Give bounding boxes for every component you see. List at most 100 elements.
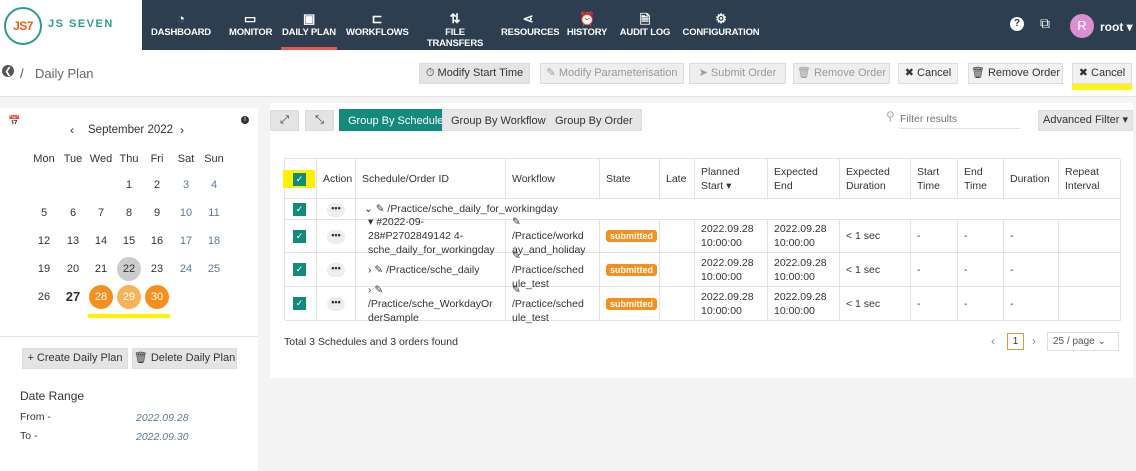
cell-id[interactable]: ▾ #2022-09-28#P2702849142 4-sche_daily_f… <box>356 216 506 256</box>
cell-end: 2022.09.28 10:00:00 <box>768 220 840 253</box>
advanced-filter-button[interactable]: Advanced Filter ▾ <box>1038 110 1133 131</box>
group-by-schedule-tab[interactable]: Group By Schedule <box>339 109 453 131</box>
calendar-day[interactable]: 19 <box>32 257 56 281</box>
calendar-day[interactable]: 20 <box>61 257 85 281</box>
toolbar-button-2[interactable]: ➤ Submit Order <box>689 63 786 84</box>
calendar-day[interactable]: 9 <box>145 201 169 225</box>
calendar-day[interactable]: 17 <box>174 229 198 253</box>
info-icon[interactable]: i <box>241 116 249 124</box>
group-by-order-tab[interactable]: Group By Order <box>546 109 642 131</box>
calendar-day[interactable]: 30 <box>145 285 169 309</box>
action-menu-button[interactable]: ••• <box>327 202 345 217</box>
calendar-day[interactable]: 5 <box>32 201 56 225</box>
prev-page-button[interactable]: ‹ <box>991 334 995 348</box>
expand-all-button[interactable]: ⤢ <box>270 110 299 131</box>
calendar-day[interactable]: 27 <box>61 285 85 309</box>
cell-planned: 2022.09.28 10:00:00 <box>695 253 768 287</box>
nav-audit-log[interactable]: 🗎 AUDIT LOG <box>618 0 672 50</box>
action-menu-button[interactable]: ••• <box>327 263 345 277</box>
calendar-day[interactable]: 28 <box>89 285 113 309</box>
avatar[interactable]: R <box>1070 14 1094 38</box>
row-checkbox[interactable]: ✓ <box>293 202 306 216</box>
calendar-panel: 📅 ‹ September 2022 › i Mon Tue Wed Thu Fri Sa… <box>0 108 258 471</box>
search-icon: ⚲ <box>886 109 895 123</box>
calendar-day[interactable]: 2 <box>145 173 169 197</box>
calendar-day[interactable]: 24 <box>174 257 198 281</box>
calendar-day[interactable]: 22 <box>117 257 141 281</box>
nav-file-transfers[interactable]: ⇅ FILE TRANSFERS <box>418 0 492 50</box>
page-1-button[interactable]: 1 <box>1007 333 1024 350</box>
page-size-select[interactable]: 25 / page ⌄ <box>1047 332 1119 351</box>
cell-duration_exp: < 1 sec <box>840 287 911 321</box>
create-daily-plan-button[interactable]: + Create Daily Plan <box>22 348 128 369</box>
collapse-all-button[interactable]: ⤡ <box>305 110 334 131</box>
calendar-day[interactable]: 7 <box>89 201 113 225</box>
calendar-day[interactable]: 26 <box>32 285 56 309</box>
calendar-day[interactable]: 21 <box>89 257 113 281</box>
cell-id[interactable]: › ✎ /Practice/sche_WorkdayOr derSample <box>356 284 506 324</box>
calendar-day[interactable]: 15 <box>117 229 141 253</box>
action-cell: ••• <box>317 287 356 321</box>
toolbar-button-6[interactable]: ✖ Cancel <box>1072 63 1132 84</box>
delete-daily-plan-button[interactable]: 🗑 Delete Daily Plan <box>132 348 237 369</box>
calendar-day[interactable]: 6 <box>61 201 85 225</box>
calendar-day[interactable]: 12 <box>32 229 56 253</box>
calendar-day[interactable]: 23 <box>145 257 169 281</box>
select-all-checkbox[interactable]: ✓ <box>293 173 306 186</box>
row-checkbox[interactable]: ✓ <box>293 297 306 310</box>
nav-label: HISTORY <box>566 27 608 38</box>
back-icon[interactable]: ❮ <box>2 65 14 77</box>
action-menu-button[interactable]: ••• <box>327 297 345 311</box>
nav-history[interactable]: ⏰ HISTORY <box>566 0 608 50</box>
column-header[interactable]: Planned Start ▾ <box>695 159 768 199</box>
calendar-day[interactable]: 11 <box>202 201 226 225</box>
calendar-day[interactable]: 8 <box>117 201 141 225</box>
prev-month-button[interactable]: ‹ <box>70 123 74 137</box>
row-select-cell: ✓ <box>285 287 317 321</box>
row-checkbox[interactable]: ✓ <box>293 263 306 276</box>
nav-configuration[interactable]: ⚙ CONFIGURATION <box>682 0 760 50</box>
action-menu-button[interactable]: ••• <box>327 229 345 244</box>
weekday-label: Fri <box>150 153 164 165</box>
cell-start: - <box>911 287 958 321</box>
nav-daily-plan[interactable]: ▣ DAILY PLAN <box>281 0 337 50</box>
group-by-workflow-tab[interactable]: Group By Workflow <box>442 109 555 131</box>
next-month-button[interactable]: › <box>180 123 184 137</box>
logo[interactable]: JS7 JS SEVEN <box>0 0 142 50</box>
calendar-day[interactable]: 14 <box>89 229 113 253</box>
user-menu[interactable]: root ▾ <box>1100 20 1133 34</box>
nav-dashboard[interactable]: ◔ DASHBOARD <box>147 0 215 50</box>
nav-resources[interactable]: ⋖ RESOURCES <box>501 0 560 50</box>
nav-workflows[interactable]: ⊏ WORKFLOWS <box>346 0 409 50</box>
nav-label: DAILY PLAN <box>282 27 336 38</box>
nav-monitor[interactable]: ▭ MONITOR <box>229 0 273 50</box>
action-cell: ••• <box>317 199 356 220</box>
calendar-day[interactable]: 13 <box>61 229 85 253</box>
calendar-day[interactable]: 29 <box>117 285 141 309</box>
status-badge: submitted <box>606 263 658 276</box>
next-page-button[interactable]: › <box>1032 334 1036 348</box>
nav-label: MONITOR <box>229 27 273 38</box>
row-checkbox[interactable]: ✓ <box>293 229 306 243</box>
calendar-day[interactable]: 4 <box>202 173 226 197</box>
status-badge: submitted <box>606 230 658 242</box>
toolbar-button-4[interactable]: ✖ Cancel <box>898 63 958 84</box>
puzzle-icon[interactable]: ⧉ <box>1040 15 1050 32</box>
toolbar-button-1[interactable]: ✎ Modify Parameterisation <box>540 63 684 84</box>
column-header: Schedule/Order ID <box>356 159 506 199</box>
toolbar-button-3[interactable]: 🗑 Remove Order <box>793 63 890 84</box>
calendar-day[interactable]: 3 <box>174 173 198 197</box>
calendar-day[interactable]: 16 <box>145 229 169 253</box>
calendar-day[interactable]: 25 <box>202 257 226 281</box>
calendar-day[interactable]: 1 <box>117 173 141 197</box>
help-icon[interactable]: ? <box>1010 17 1024 31</box>
filter-input[interactable] <box>900 109 1020 129</box>
action-cell: ••• <box>317 253 356 287</box>
calendar-day[interactable]: 18 <box>202 229 226 253</box>
calendar-day[interactable]: 10 <box>174 201 198 225</box>
cell-workflow[interactable]: ✎ /Practice/sched ule_test <box>506 284 600 324</box>
toolbar-button-5[interactable]: 🗑 Remove Order <box>968 63 1063 84</box>
cell-duration_exp: < 1 sec <box>840 220 911 253</box>
weekday-label: Sun <box>204 153 224 165</box>
toolbar-button-0[interactable]: ⏱ Modify Start Time <box>419 63 530 84</box>
